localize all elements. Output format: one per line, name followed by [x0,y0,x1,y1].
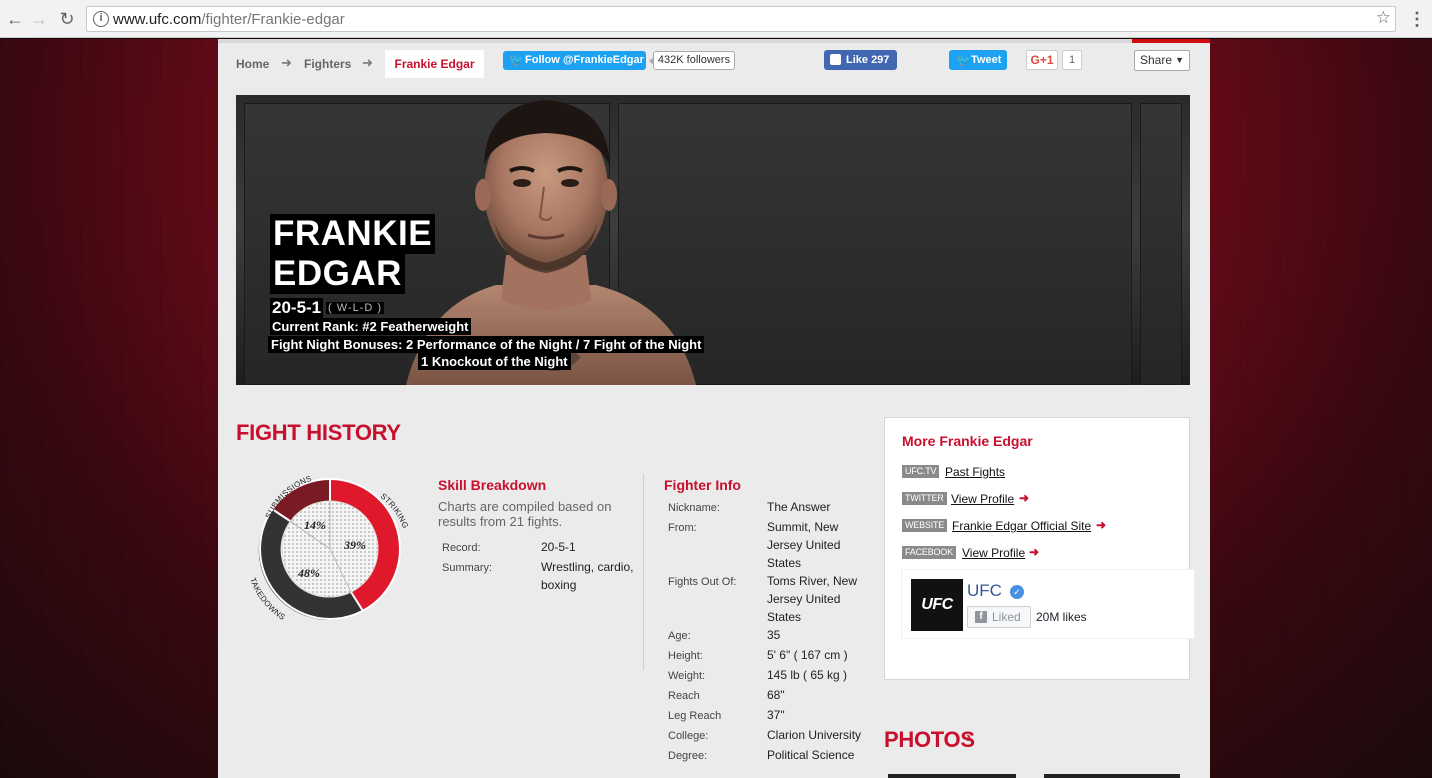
reload-icon[interactable]: ↻ [56,8,78,30]
arrow-right-icon: ➜ [1019,491,1030,505]
fighter-info-value: 68" [767,688,785,702]
fighter-info-label: Degree: [668,750,708,762]
tweet-button[interactable]: 🐦 Tweet [949,50,1007,70]
fighter-info-value: 145 lb ( 65 kg ) [767,668,848,682]
share-dropdown[interactable]: Share ▼ [1134,50,1190,71]
share-label: Share [1140,53,1173,67]
photo-thumbnail[interactable] [1044,774,1180,778]
twitter-followers-count: 432K followers [649,51,735,70]
liked-label: Liked [992,610,1021,624]
fight-night-bonuses-cont: 1 Knockout of the Night [418,353,571,370]
record-label: Record: [442,542,481,554]
google-plus-count: 1 [1062,50,1082,70]
fighter-info-label: Age: [668,630,691,642]
ufc-logo[interactable]: UFC [911,579,963,631]
facebook-likes-count: 20M likes [1036,610,1087,624]
bookmark-star-icon[interactable]: ☆ [1376,8,1391,28]
arrow-right-icon: ➜ [1096,518,1107,532]
fighter-last-name: EDGAR [270,254,405,294]
fighter-info-label: Leg Reach [668,710,722,722]
past-fights-link[interactable]: Past Fights [945,465,1005,479]
fighter-first-name: FRANKIE [270,214,436,254]
column-divider [643,474,644,670]
breadcrumb-home[interactable]: Home [236,57,269,71]
skill-breakdown-title: Skill Breakdown [438,477,547,493]
breadcrumb-arrow-icon: ➜ [281,55,292,70]
facebook-thumb-icon [830,54,841,65]
twitter-tag: TWITTER [902,492,947,505]
top-nav-strip [218,39,1210,43]
fighter-info-label: Weight: [668,670,706,682]
facebook-page-name[interactable]: UFC [967,581,1002,601]
verified-badge-icon: ✓ [1010,585,1024,599]
breadcrumb-current: Frankie Edgar [385,50,484,78]
fighter-info-label: Fights Out Of: [668,576,737,588]
breadcrumb-fighters[interactable]: Fighters [304,57,351,71]
chevron-right-icon[interactable]: › [966,729,971,747]
fight-history-title: FIGHT HISTORY [236,420,401,445]
fighter-info-label: From: [668,522,697,534]
url-domain: www.ufc.com [113,11,202,28]
summary-value: Wrestling, cardio, boxing [541,560,634,592]
facebook-profile-link[interactable]: View Profile [962,546,1025,560]
photos-title[interactable]: PHOTOS [884,727,975,753]
official-site-link[interactable]: Frankie Edgar Official Site [952,519,1091,533]
skill-breakdown-note: Charts are compiled based on results fro… [438,499,612,529]
current-rank: Current Rank: #2 Featherweight [270,318,471,335]
address-bar[interactable]: i www.ufc.com/fighter/Frankie-edgar ☆ [86,6,1396,32]
tweet-label: Tweet [971,54,1002,66]
url-path: /fighter/Frankie-edgar [201,11,345,28]
fighter-info-value: Political Science [767,748,855,762]
ufctv-tag: UFC.TV [902,465,940,478]
striking-value: 39% [343,538,366,552]
skill-donut-chart: 14% 39% 48% SUBMISSIONS STRIKING TAKEDOW… [248,474,410,622]
facebook-like-button[interactable]: Like 297 [824,50,897,70]
twitter-follow-label: Follow @FrankieEdgar [525,54,644,66]
twitter-bird-icon: 🐦 [509,53,524,67]
forward-arrow-icon[interactable]: → [28,8,50,30]
facebook-liked-button[interactable]: f Liked [967,606,1031,628]
facebook-f-icon: f [975,611,987,623]
chevron-down-icon: ▼ [1175,55,1184,65]
takedowns-value: 48% [297,566,320,580]
google-plus-button[interactable]: G+1 [1026,50,1058,70]
hero-right-pane [1140,103,1182,385]
fighter-info-label: Height: [668,650,703,662]
fighter-info-label: Reach [668,690,700,702]
website-tag: WEBSITE [902,519,948,532]
info-icon[interactable]: i [93,11,109,27]
active-nav-indicator [1132,39,1210,43]
back-arrow-icon[interactable]: ← [4,8,26,30]
summary-label: Summary: [442,562,493,574]
fighter-info-value: Clarion University [767,728,862,742]
fighter-info-value: 5' 6" ( 167 cm ) [767,648,848,662]
record-legend: ( W-L-D ) [326,302,385,314]
fighter-info-value: Toms River, New Jersey United States [767,574,858,624]
fighter-info-value: 37" [767,708,785,722]
submissions-value: 14% [304,518,326,532]
facebook-tag: FACEBOOK [902,546,956,559]
arrow-right-icon: ➜ [1029,545,1040,559]
more-title: More Frankie Edgar [902,433,1033,449]
browser-toolbar: ← → ↻ i www.ufc.com/fighter/Frankie-edga… [0,0,1432,38]
breadcrumb-arrow-icon: ➜ [362,55,373,70]
twitter-profile-link[interactable]: View Profile [951,492,1014,506]
fighter-info-value: The Answer [767,500,831,514]
fight-night-bonuses: Fight Night Bonuses: 2 Performance of th… [268,336,705,353]
twitter-follow-button[interactable]: 🐦 Follow @FrankieEdgar [503,51,646,70]
record-value: 20-5-1 [541,540,576,554]
fighter-info-label: College: [668,730,709,742]
url-text[interactable]: www.ufc.com/fighter/Frankie-edgar [113,11,345,28]
facebook-like-label: Like 297 [846,54,890,66]
fighter-record: 20-5-1 [270,298,324,318]
browser-menu-icon[interactable]: ⋮ [1408,8,1426,30]
fighter-info-value: Summit, New Jersey United States [767,520,841,570]
twitter-bird-icon: 🐦 [956,53,971,67]
fighter-info-value: 35 [767,628,781,642]
fighter-info-title: Fighter Info [664,477,741,493]
fighter-info-label: Nickname: [668,502,720,514]
photo-thumbnail[interactable] [888,774,1016,778]
